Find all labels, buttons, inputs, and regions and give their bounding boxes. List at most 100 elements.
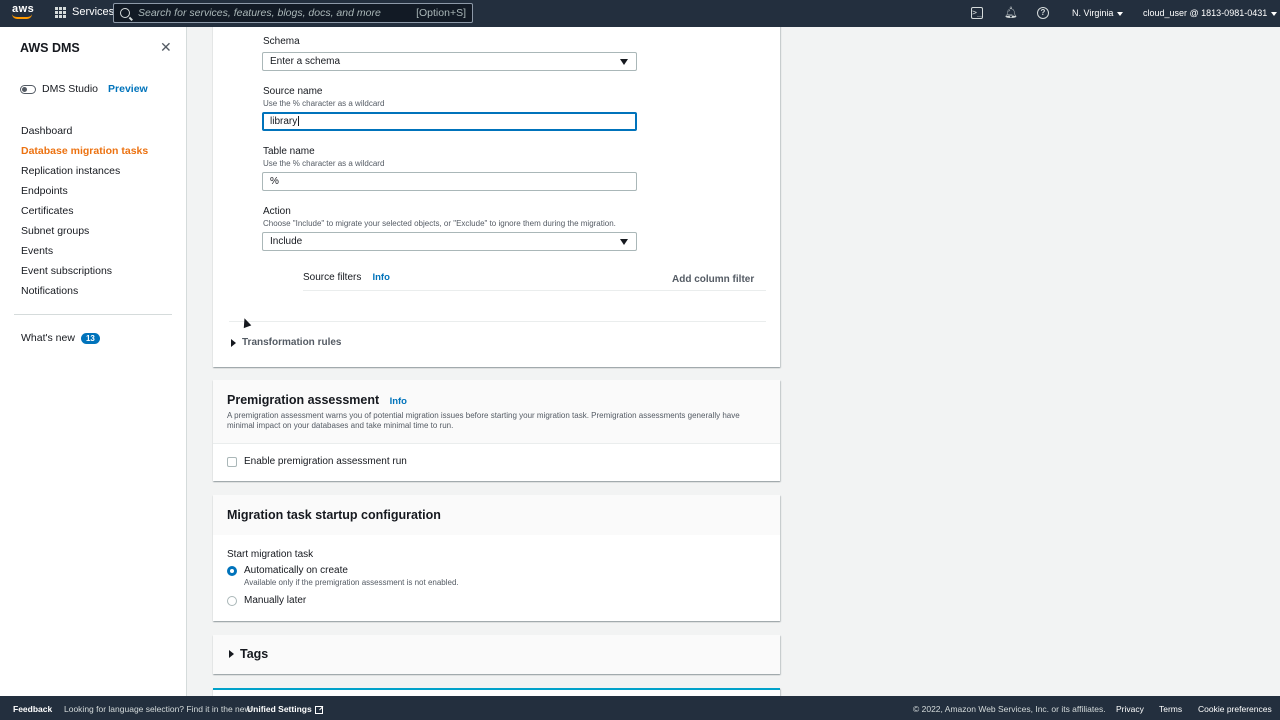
text-cursor <box>298 116 300 127</box>
table-name-description: Use the % character as a wildcard <box>263 159 385 168</box>
table-name-label: Table name <box>263 146 315 157</box>
dms-studio-toggle-row: DMS Studio Preview <box>20 83 148 95</box>
whats-new-link[interactable]: What's new 13 <box>21 332 100 344</box>
tags-label: Tags <box>240 647 269 661</box>
unified-settings-label: Unified Settings <box>247 704 312 714</box>
caret-down-icon <box>620 239 628 245</box>
search-input[interactable]: Search for services, features, blogs, do… <box>113 3 473 23</box>
sidebar: AWS DMS ✕ DMS Studio Preview Dashboard D… <box>0 27 187 696</box>
whats-new-count-badge: 13 <box>80 332 100 344</box>
close-icon[interactable]: ✕ <box>160 40 172 54</box>
source-name-input[interactable]: library <box>262 112 637 131</box>
radio-automatically-on-create[interactable]: Automatically on create Available only i… <box>227 565 459 587</box>
sidebar-item-subnet-groups[interactable]: Subnet groups <box>21 225 148 245</box>
source-name-value: library <box>270 116 298 127</box>
preview-link[interactable]: Preview <box>108 83 148 95</box>
source-filters-info-link[interactable]: Info <box>372 272 389 283</box>
transformation-rules-label: Transformation rules <box>242 337 342 348</box>
schema-label: Schema <box>263 36 300 47</box>
services-label: Services <box>72 6 115 18</box>
radio-option-description: Available only if the premigration asses… <box>244 578 459 587</box>
language-selection-text: Looking for language selection? Find it … <box>64 704 251 714</box>
schema-select-value: Enter a schema <box>270 56 341 67</box>
sidebar-item-endpoints[interactable]: Endpoints <box>21 185 148 205</box>
start-migration-task-label: Start migration task <box>227 549 314 560</box>
sidebar-item-events[interactable]: Events <box>21 245 148 265</box>
tags-expander[interactable]: Tags <box>229 647 268 661</box>
radio-option-label: Automatically on create <box>244 565 348 576</box>
privacy-link[interactable]: Privacy <box>1116 704 1144 714</box>
account-menu[interactable]: cloud_user @ 1813-0981-0431 <box>1143 8 1278 18</box>
source-filters-header: Source filters Info <box>303 272 390 283</box>
sidebar-item-event-subscriptions[interactable]: Event subscriptions <box>21 265 148 285</box>
premigration-header: Premigration assessment Info A premigrat… <box>213 380 780 444</box>
caret-right-icon <box>231 338 236 347</box>
terms-link[interactable]: Terms <box>1159 704 1182 714</box>
cloudshell-icon[interactable]: >_ <box>971 7 983 19</box>
sidebar-item-replication-instances[interactable]: Replication instances <box>21 165 148 185</box>
action-description: Choose "Include" to migrate your selecte… <box>263 219 616 228</box>
add-column-filter-button[interactable]: Add column filter <box>672 274 754 285</box>
tags-panel: Tags <box>213 635 780 674</box>
sidebar-title[interactable]: AWS DMS <box>20 41 80 55</box>
action-select[interactable]: Include <box>262 232 637 251</box>
search-placeholder: Search for services, features, blogs, do… <box>138 7 381 19</box>
enable-premigration-checkbox[interactable] <box>227 456 237 467</box>
sidebar-divider <box>14 314 172 315</box>
region-selector[interactable]: N. Virginia <box>1072 8 1124 18</box>
premigration-title-text: Premigration assessment <box>227 393 380 407</box>
account-label: cloud_user @ 1813-0981-0431 <box>1143 8 1268 18</box>
services-menu-button[interactable]: Services <box>55 6 114 18</box>
feedback-link[interactable]: Feedback <box>13 704 52 714</box>
search-shortcut-hint: [Option+S] <box>416 7 466 19</box>
copyright-text: © 2022, Amazon Web Services, Inc. or its… <box>913 704 1106 714</box>
sidebar-item-database-migration-tasks[interactable]: Database migration tasks <box>21 145 148 165</box>
whats-new-label: What's new <box>21 332 75 344</box>
aws-logo-text: aws <box>12 3 35 15</box>
external-link-icon <box>314 705 323 714</box>
radio-option-label: Manually later <box>244 595 307 606</box>
unified-settings-link[interactable]: Unified Settings <box>247 704 323 714</box>
help-icon[interactable]: ? <box>1037 7 1049 19</box>
selection-rules-panel: Schema Enter a schema Source name Use th… <box>213 27 780 367</box>
notifications-bell-icon[interactable]: 🔔︎ <box>1004 7 1018 19</box>
next-panel-partial <box>213 688 780 696</box>
source-name-description: Use the % character as a wildcard <box>263 99 385 108</box>
transformation-rules-expander[interactable]: Transformation rules <box>231 337 341 348</box>
sidebar-item-notifications[interactable]: Notifications <box>21 285 148 305</box>
top-navigation-bar: aws Services Search for services, featur… <box>0 0 1280 27</box>
region-label: N. Virginia <box>1072 8 1114 18</box>
radio-manually-later[interactable]: Manually later <box>227 595 306 606</box>
sidebar-item-dashboard[interactable]: Dashboard <box>21 125 148 145</box>
cookie-preferences-link[interactable]: Cookie preferences <box>1198 704 1272 714</box>
startup-title: Migration task startup configuration <box>227 508 441 522</box>
main-content: Schema Enter a schema Source name Use th… <box>187 27 1280 696</box>
enable-premigration-checkbox-row[interactable]: Enable premigration assessment run <box>227 456 407 467</box>
caret-down-icon <box>620 59 628 65</box>
search-icon <box>120 8 130 18</box>
enable-premigration-label: Enable premigration assessment run <box>244 456 407 467</box>
startup-configuration-panel: Migration task startup configuration Sta… <box>213 495 780 621</box>
aws-logo[interactable]: aws <box>12 4 36 22</box>
source-name-label: Source name <box>263 86 323 97</box>
chevron-down-icon <box>1117 11 1124 16</box>
source-filters-label: Source filters <box>303 272 362 283</box>
premigration-info-link[interactable]: Info <box>390 396 407 407</box>
footer: Feedback Looking for language selection?… <box>0 696 1280 720</box>
caret-right-icon <box>229 650 234 658</box>
radio-button[interactable] <box>227 596 237 606</box>
divider <box>229 321 766 322</box>
sidebar-nav: Dashboard Database migration tasks Repli… <box>21 125 148 305</box>
radio-button-selected[interactable] <box>227 566 237 576</box>
divider <box>303 290 766 291</box>
premigration-description: A premigration assessment warns you of p… <box>227 411 740 430</box>
action-select-value: Include <box>270 236 303 247</box>
dms-studio-toggle[interactable] <box>20 84 36 94</box>
chevron-down-icon <box>1271 11 1278 16</box>
action-label: Action <box>263 206 291 217</box>
sidebar-item-certificates[interactable]: Certificates <box>21 205 148 225</box>
premigration-title: Premigration assessment Info <box>227 393 407 407</box>
table-name-input[interactable]: % <box>262 172 637 191</box>
schema-select[interactable]: Enter a schema <box>262 52 637 71</box>
startup-header: Migration task startup configuration <box>213 495 780 535</box>
